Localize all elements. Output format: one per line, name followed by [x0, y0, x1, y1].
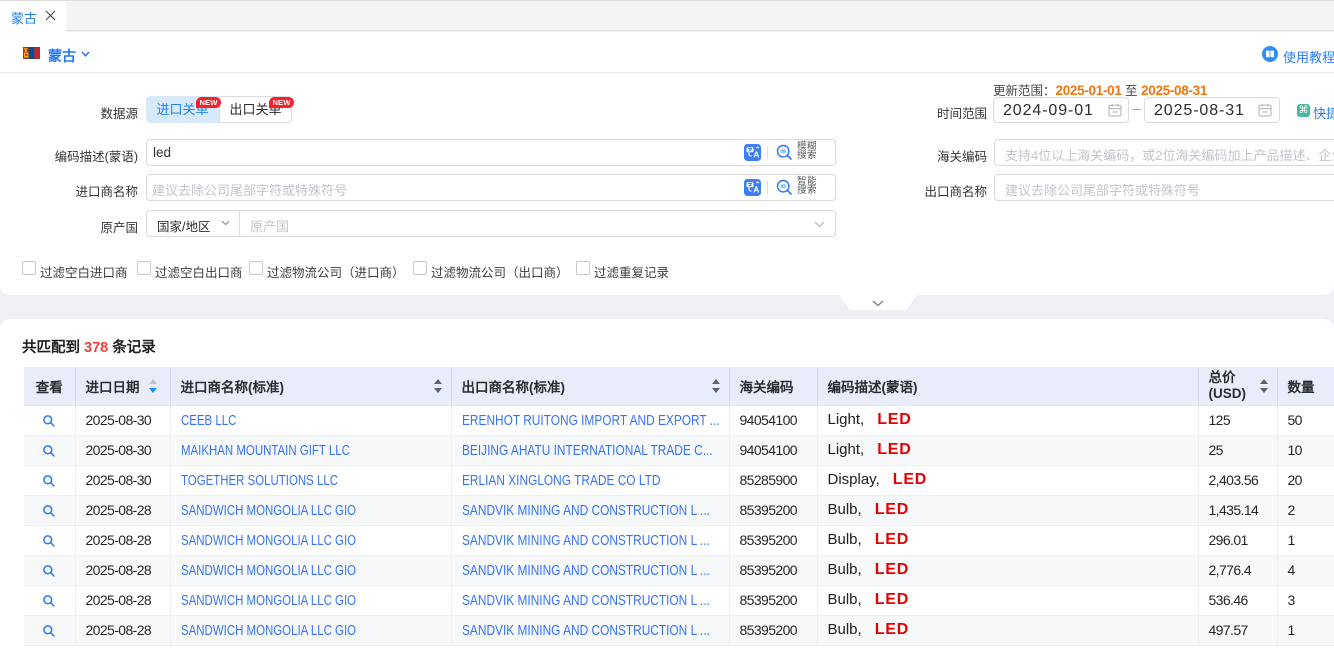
svg-text:A: A [753, 150, 759, 160]
svg-text:A: A [753, 185, 759, 195]
